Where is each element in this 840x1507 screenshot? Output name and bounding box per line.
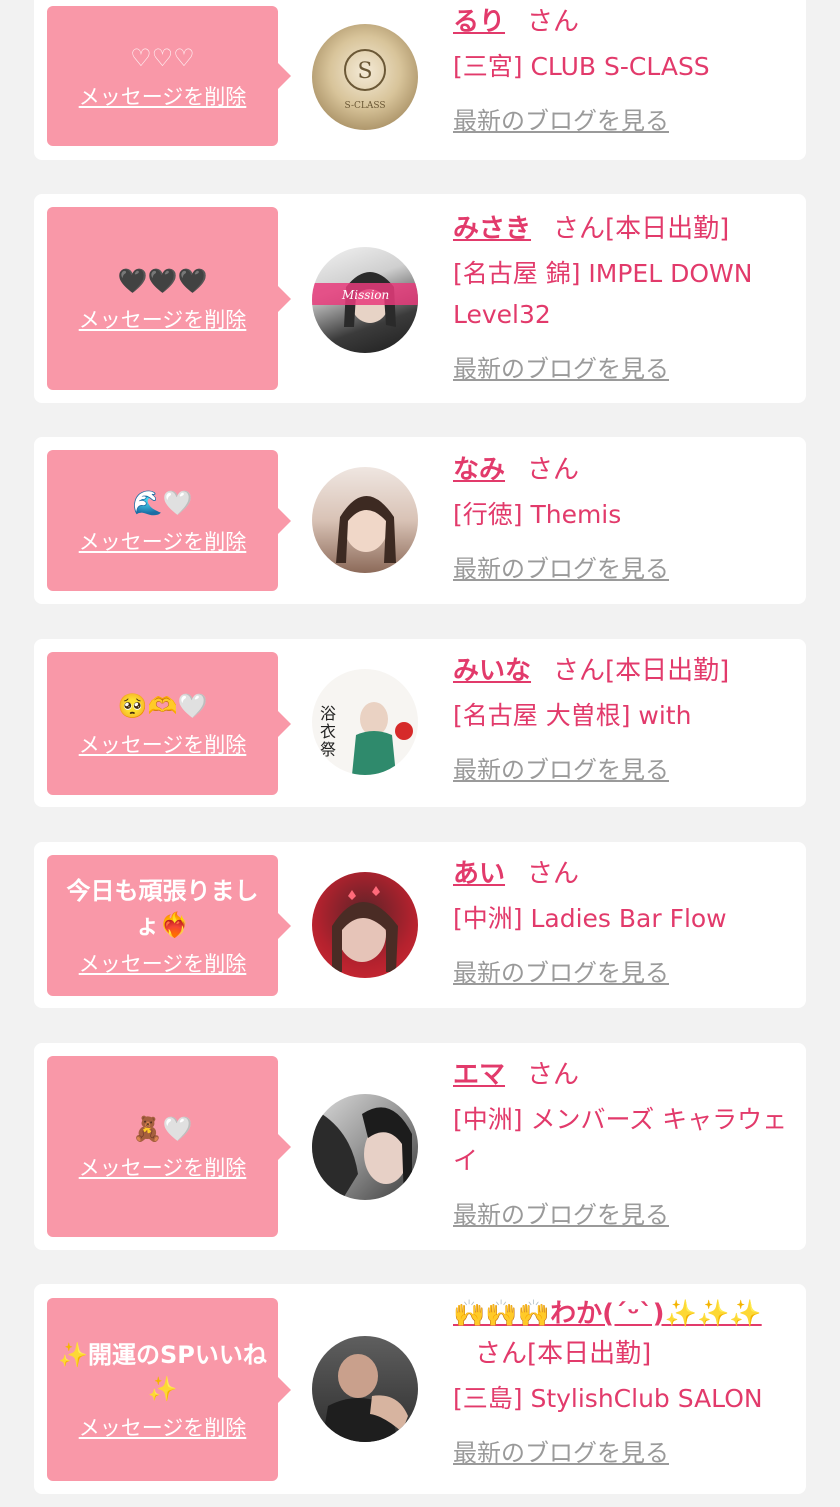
svg-text:S: S bbox=[357, 59, 372, 84]
cast-photo-icon bbox=[336, 496, 396, 563]
delete-message-link[interactable]: メッセージを削除 bbox=[79, 1412, 247, 1442]
delete-message-link[interactable]: メッセージを削除 bbox=[79, 304, 247, 334]
cast-info: みさき さん[本日出勤] [名古屋 錦] IMPEL DOWN Level32 最… bbox=[453, 209, 798, 384]
message-text: ♡♡♡ bbox=[130, 44, 195, 72]
cast-info: るり さん [三宮] CLUB S-CLASS 最新のブログを見る bbox=[453, 2, 798, 136]
list-item: 🌊🤍 メッセージを削除 なみ さん [行徳] Themis 最新のブログを見る bbox=[34, 437, 806, 604]
shop-name: [三宮] CLUB S-CLASS bbox=[453, 52, 710, 81]
avatar[interactable] bbox=[312, 467, 418, 573]
cast-name-link[interactable]: なみ bbox=[453, 455, 505, 485]
avatar[interactable]: Mission bbox=[312, 247, 418, 353]
avatar[interactable]: 浴 衣 祭 bbox=[312, 669, 418, 775]
favorite-list: ♡♡♡ メッセージを削除 S S-CLASS るり さん [三宮] CLUB S-… bbox=[0, 0, 840, 1507]
message-text: ✨開運のSPいいね✨ bbox=[58, 1340, 267, 1403]
cast-info: 🙌🙌🙌わか(ˊᵕˋ)✨✨✨ さん[本日出勤] [三島] StylishClub S… bbox=[453, 1294, 798, 1468]
avatar[interactable] bbox=[312, 1336, 418, 1442]
shop-name: [名古屋 大曽根] with bbox=[453, 701, 692, 730]
cast-name-link[interactable]: みさき bbox=[453, 214, 531, 244]
list-item: ✨開運のSPいいね✨ メッセージを削除 🙌🙌🙌わか(ˊᵕˋ)✨✨✨ さん[本日出勤… bbox=[34, 1284, 806, 1494]
honorific: さん bbox=[553, 214, 606, 244]
cast-name-link[interactable]: あい bbox=[453, 859, 505, 889]
message-text: 🧸🤍 bbox=[132, 1114, 193, 1143]
list-item: 🧸🤍 メッセージを削除 エマ さん [中洲] メンバーズ キャラウェイ 最新のブロ… bbox=[34, 1043, 806, 1250]
svg-text:Mission: Mission bbox=[341, 288, 389, 302]
message-text: 🥺🫶🤍 bbox=[117, 691, 208, 720]
cast-photo-icon bbox=[312, 1107, 412, 1200]
honorific: さん bbox=[527, 859, 580, 889]
event-poster-icon: 浴 衣 祭 bbox=[320, 702, 413, 775]
delete-message-link[interactable]: メッセージを削除 bbox=[79, 526, 247, 556]
cast-photo-icon: Mission bbox=[312, 272, 418, 327]
message-text: 🌊🤍 bbox=[132, 488, 193, 517]
honorific: さん bbox=[527, 1060, 580, 1090]
shop-name: [名古屋 錦] IMPEL DOWN Level32 bbox=[453, 259, 753, 329]
cast-photo-icon bbox=[332, 886, 398, 972]
message-bubble: 🖤🖤🖤 メッセージを削除 bbox=[47, 207, 291, 390]
list-item: 🖤🖤🖤 メッセージを削除 Mission みさき さん[本日出勤] [名古屋 錦]… bbox=[34, 194, 806, 403]
cast-name-link[interactable]: るり bbox=[453, 7, 505, 37]
svg-text:S-CLASS: S-CLASS bbox=[344, 101, 385, 111]
svg-text:衣: 衣 bbox=[320, 722, 336, 741]
cast-info: みいな さん[本日出勤] [名古屋 大曽根] with 最新のブログを見る bbox=[453, 651, 798, 785]
honorific: さん bbox=[475, 1339, 528, 1369]
list-item: ♡♡♡ メッセージを削除 S S-CLASS るり さん [三宮] CLUB S-… bbox=[34, 0, 806, 160]
cast-info: なみ さん [行徳] Themis 最新のブログを見る bbox=[453, 450, 798, 584]
svg-text:祭: 祭 bbox=[320, 740, 336, 759]
message-bubble: 🥺🫶🤍 メッセージを削除 bbox=[47, 652, 291, 795]
shop-name: [行徳] Themis bbox=[453, 500, 622, 529]
latest-blog-link[interactable]: 最新のブログを見る bbox=[453, 750, 669, 785]
club-logo-icon: S S-CLASS bbox=[344, 49, 386, 111]
today-badge: [本日出勤] bbox=[605, 214, 730, 244]
message-bubble: 🌊🤍 メッセージを削除 bbox=[47, 450, 291, 591]
avatar[interactable] bbox=[312, 1094, 418, 1200]
delete-message-link[interactable]: メッセージを削除 bbox=[79, 948, 247, 978]
shop-name: [三島] StylishClub SALON bbox=[453, 1384, 763, 1413]
message-text: 🖤🖤🖤 bbox=[117, 266, 208, 295]
message-bubble: ✨開運のSPいいね✨ メッセージを削除 bbox=[47, 1298, 291, 1481]
honorific: さん bbox=[527, 7, 580, 37]
list-item: 🥺🫶🤍 メッセージを削除 浴 衣 祭 みいな さん[本日出勤] [名古屋 大曽根]… bbox=[34, 639, 806, 807]
message-bubble: 今日も頑張りましょ❤️‍🔥 メッセージを削除 bbox=[47, 855, 291, 996]
delete-message-link[interactable]: メッセージを削除 bbox=[79, 729, 247, 759]
honorific: さん bbox=[553, 656, 606, 686]
message-text: 今日も頑張りましょ❤️‍🔥 bbox=[66, 876, 259, 939]
latest-blog-link[interactable]: 最新のブログを見る bbox=[453, 549, 669, 584]
cast-info: あい さん [中洲] Ladies Bar Flow 最新のブログを見る bbox=[453, 854, 798, 988]
message-bubble: 🧸🤍 メッセージを削除 bbox=[47, 1056, 291, 1237]
avatar[interactable] bbox=[312, 872, 418, 978]
delete-message-link[interactable]: メッセージを削除 bbox=[79, 81, 247, 111]
today-badge: [本日出勤] bbox=[527, 1339, 652, 1369]
cast-name-link[interactable]: エマ bbox=[453, 1060, 505, 1090]
cast-photo-icon bbox=[322, 1354, 408, 1442]
cast-name-link[interactable]: みいな bbox=[453, 656, 531, 686]
avatar[interactable]: S S-CLASS bbox=[312, 24, 418, 130]
shop-name: [中洲] Ladies Bar Flow bbox=[453, 904, 727, 933]
latest-blog-link[interactable]: 最新のブログを見る bbox=[453, 101, 669, 136]
cast-name-link[interactable]: 🙌🙌🙌わか(ˊᵕˋ)✨✨✨ bbox=[453, 1299, 762, 1329]
cast-info: エマ さん [中洲] メンバーズ キャラウェイ 最新のブログを見る bbox=[453, 1055, 798, 1230]
latest-blog-link[interactable]: 最新のブログを見る bbox=[453, 349, 669, 384]
message-bubble: ♡♡♡ メッセージを削除 bbox=[47, 6, 291, 146]
latest-blog-link[interactable]: 最新のブログを見る bbox=[453, 1433, 669, 1468]
honorific: さん bbox=[527, 455, 580, 485]
latest-blog-link[interactable]: 最新のブログを見る bbox=[453, 1195, 669, 1230]
shop-name: [中洲] メンバーズ キャラウェイ bbox=[453, 1105, 788, 1175]
latest-blog-link[interactable]: 最新のブログを見る bbox=[453, 953, 669, 988]
today-badge: [本日出勤] bbox=[605, 656, 730, 686]
svg-text:浴: 浴 bbox=[320, 704, 336, 723]
list-item: 今日も頑張りましょ❤️‍🔥 メッセージを削除 あい さん [中洲] Ladies … bbox=[34, 842, 806, 1008]
delete-message-link[interactable]: メッセージを削除 bbox=[79, 1152, 247, 1182]
